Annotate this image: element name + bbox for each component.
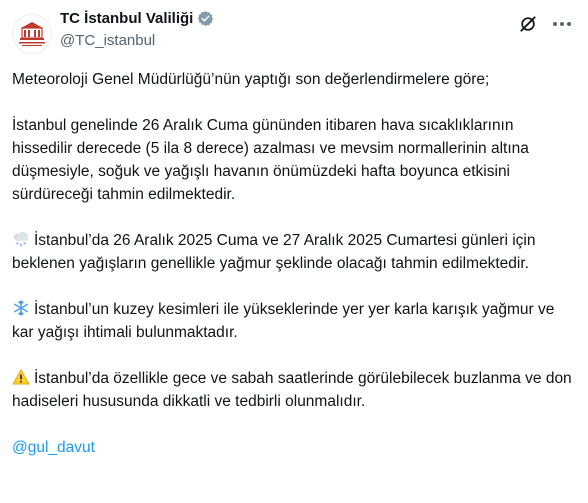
tweet-intro: Meteoroloji Genel Müdürlüğü’nün yaptığı … xyxy=(12,71,490,88)
grok-button[interactable] xyxy=(516,12,540,36)
snowflake-emoji-icon xyxy=(13,300,29,316)
author-name-row: TC İstanbul Valiliği xyxy=(60,10,214,27)
tweet-paragraph-3: İstanbul’un kuzey kesimleri ile yüksekle… xyxy=(12,301,555,341)
verified-badge-icon xyxy=(198,11,214,26)
tweet-paragraph-3-wrap: İstanbul’un kuzey kesimleri ile yüksekle… xyxy=(12,298,578,344)
tweet-paragraph-2: İstanbul’da 26 Aralık 2025 Cuma ve 27 Ar… xyxy=(12,232,536,272)
warning-emoji-icon xyxy=(12,369,30,385)
tweet-paragraph-2-wrap: İstanbul’da 26 Aralık 2025 Cuma ve 27 Ar… xyxy=(12,229,578,275)
tweet-mention-wrap: @gul_davut xyxy=(12,436,578,459)
display-name[interactable]: TC İstanbul Valiliği xyxy=(60,10,193,27)
cloud-with-snow-emoji-icon xyxy=(13,231,29,247)
more-options-button[interactable] xyxy=(548,12,576,36)
tweet-paragraph-4-wrap: İstanbul’da özellikle gece ve sabah saat… xyxy=(12,367,578,413)
more-options-icon xyxy=(553,22,571,26)
author-handle[interactable]: @TC_istanbul xyxy=(60,32,155,49)
tweet-paragraph-4: İstanbul’da özellikle gece ve sabah saat… xyxy=(12,370,572,410)
mention-link[interactable]: @gul_davut xyxy=(12,439,95,456)
avatar[interactable] xyxy=(12,14,52,54)
grok-icon xyxy=(520,16,536,32)
governorship-logo-icon xyxy=(19,22,45,46)
tweet: TC İstanbul Valiliği @TC_istanbul Meteor… xyxy=(0,0,588,503)
tweet-paragraph-1: İstanbul genelinde 26 Aralık Cuma gününd… xyxy=(12,117,529,203)
tweet-text: Meteoroloji Genel Müdürlüğü’nün yaptığı … xyxy=(12,68,578,482)
